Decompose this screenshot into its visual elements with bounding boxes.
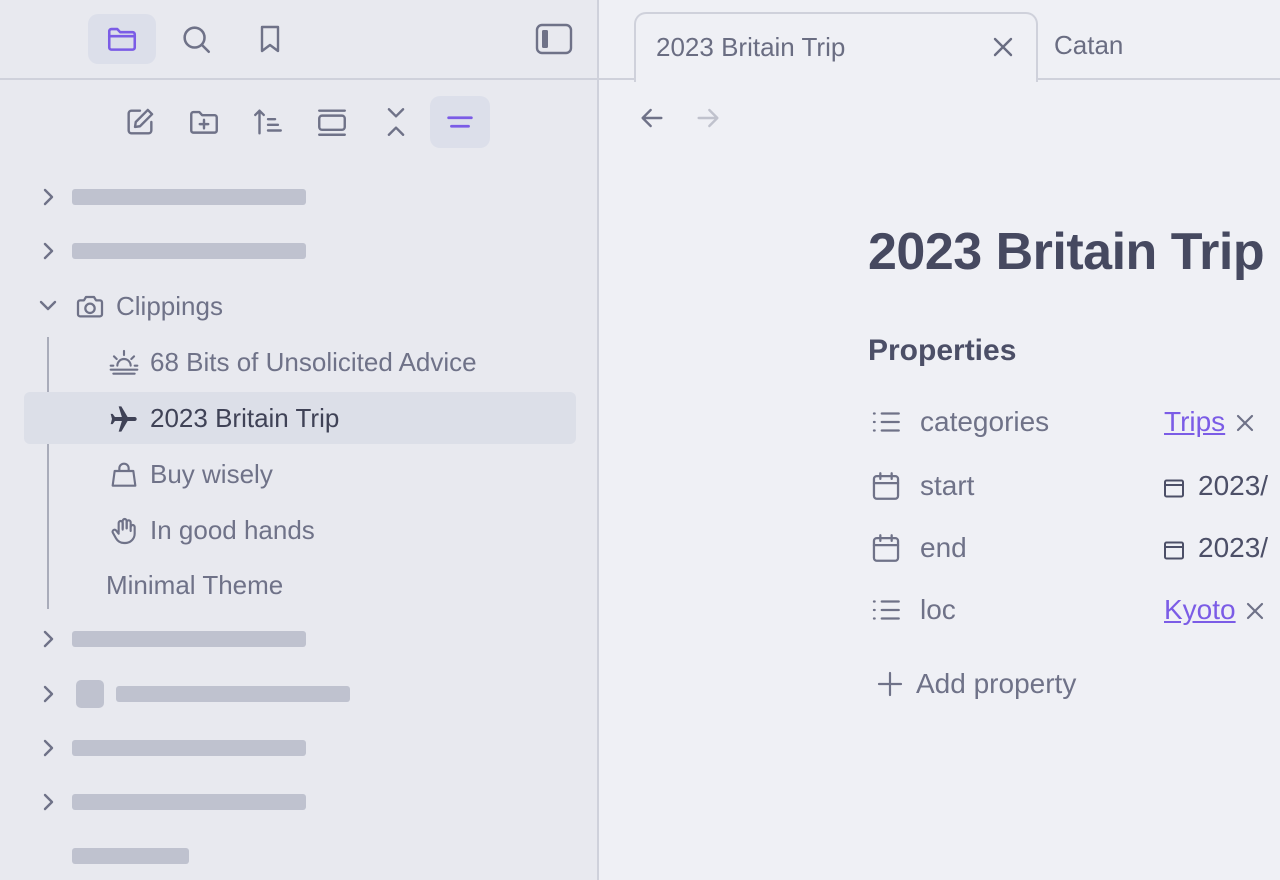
tab-2023-britain-trip[interactable]: 2023 Britain Trip xyxy=(634,12,1038,82)
sort-button[interactable] xyxy=(238,96,298,148)
sidebar-toggle-button[interactable] xyxy=(520,14,588,64)
property-row-categories[interactable]: categories Trips xyxy=(868,400,1280,448)
collapse-all-icon xyxy=(314,105,350,139)
search-tab-button[interactable] xyxy=(162,14,230,64)
bookmark-icon xyxy=(254,23,286,55)
chevron-right-icon[interactable] xyxy=(38,738,58,758)
calendar-small-icon xyxy=(1162,476,1186,500)
auto-reveal-button[interactable] xyxy=(302,96,362,148)
redacted-folder-name[interactable] xyxy=(72,243,306,259)
redacted-file-name[interactable] xyxy=(72,848,189,864)
redacted-folder-name[interactable] xyxy=(72,189,306,205)
add-property-label: Add property xyxy=(916,668,1077,699)
property-key[interactable]: loc xyxy=(920,594,956,626)
new-note-button[interactable] xyxy=(110,96,170,148)
file-explorer-sidebar: Clippings 68 Bits of Unsolicited Advice … xyxy=(0,0,599,880)
file-2023-britain-trip[interactable]: 2023 Britain Trip xyxy=(24,392,576,444)
tab-bar: 2023 Britain Trip Catan xyxy=(599,0,1280,82)
property-date-value[interactable]: 2023/ xyxy=(1198,532,1268,564)
chevron-right-icon[interactable] xyxy=(38,241,58,261)
property-date-value[interactable]: 2023/ xyxy=(1198,470,1268,502)
file-label: Buy wisely xyxy=(150,458,273,489)
chevron-right-icon[interactable] xyxy=(38,684,58,704)
folder-icon xyxy=(105,22,139,56)
file-68-bits[interactable]: 68 Bits of Unsolicited Advice xyxy=(24,336,576,388)
file-label: 2023 Britain Trip xyxy=(150,402,340,433)
chevron-down-icon[interactable] xyxy=(38,296,58,316)
list-icon[interactable] xyxy=(868,404,904,440)
search-icon xyxy=(179,22,213,56)
remove-value-icon[interactable] xyxy=(1244,600,1266,622)
sunrise-icon xyxy=(108,347,140,379)
plane-icon xyxy=(108,403,140,435)
shopping-bag-icon xyxy=(108,459,140,491)
menu-lines-icon xyxy=(443,105,477,139)
page-title[interactable]: 2023 Britain Trip xyxy=(868,222,1265,282)
property-key[interactable]: categories xyxy=(920,406,1049,438)
chevron-right-icon[interactable] xyxy=(38,629,58,649)
sort-icon xyxy=(251,105,285,139)
remove-value-icon[interactable] xyxy=(1234,412,1256,434)
back-arrow-icon[interactable] xyxy=(636,102,668,134)
calendar-icon[interactable] xyxy=(868,530,904,566)
properties-heading[interactable]: Properties xyxy=(868,334,1016,368)
new-folder-icon xyxy=(186,105,222,139)
file-buy-wisely[interactable]: Buy wisely xyxy=(24,448,576,500)
forward-arrow-icon[interactable] xyxy=(692,102,724,134)
calendar-small-icon xyxy=(1162,538,1186,562)
tab-catan[interactable]: Catan xyxy=(1054,30,1123,61)
new-note-icon xyxy=(123,105,157,139)
plus-icon xyxy=(876,670,904,698)
file-label: In good hands xyxy=(150,514,315,545)
redacted-folder-name[interactable] xyxy=(72,794,306,810)
files-tab-button[interactable] xyxy=(88,14,156,64)
calendar-icon[interactable] xyxy=(868,468,904,504)
collapse-button[interactable] xyxy=(366,96,426,148)
property-key[interactable]: end xyxy=(920,532,967,564)
redacted-folder-icon xyxy=(76,680,104,708)
redacted-folder-name[interactable] xyxy=(116,686,350,702)
file-minimal-theme[interactable]: Minimal Theme xyxy=(24,559,576,611)
file-label: Minimal Theme xyxy=(106,569,284,600)
menu-button[interactable] xyxy=(430,96,490,148)
chevron-right-icon[interactable] xyxy=(38,187,58,207)
tab-title: 2023 Britain Trip xyxy=(656,32,846,62)
file-in-good-hands[interactable]: In good hands xyxy=(24,504,576,556)
redacted-folder-name[interactable] xyxy=(72,631,306,647)
redacted-folder-name[interactable] xyxy=(72,740,306,756)
chevron-right-icon[interactable] xyxy=(38,792,58,812)
list-icon[interactable] xyxy=(868,592,904,628)
close-icon[interactable] xyxy=(990,34,1016,60)
sidebar-header xyxy=(0,0,597,80)
folder-clippings[interactable]: Clippings xyxy=(116,291,223,322)
camera-icon xyxy=(74,291,106,323)
new-folder-button[interactable] xyxy=(174,96,234,148)
hand-icon xyxy=(108,515,140,547)
property-key[interactable]: start xyxy=(920,470,974,502)
property-link-value[interactable]: Trips xyxy=(1164,406,1225,438)
file-label: 68 Bits of Unsolicited Advice xyxy=(150,346,477,377)
expand-collapse-icon xyxy=(379,105,413,139)
property-row-loc[interactable]: loc Kyoto xyxy=(868,588,1280,636)
property-link-value[interactable]: Kyoto xyxy=(1164,594,1236,626)
bookmarks-tab-button[interactable] xyxy=(236,14,304,64)
sidebar-toggle-icon xyxy=(535,22,573,56)
property-row-end[interactable]: end 2023/ xyxy=(868,526,1280,574)
property-row-start[interactable]: start 2023/ xyxy=(868,464,1280,512)
